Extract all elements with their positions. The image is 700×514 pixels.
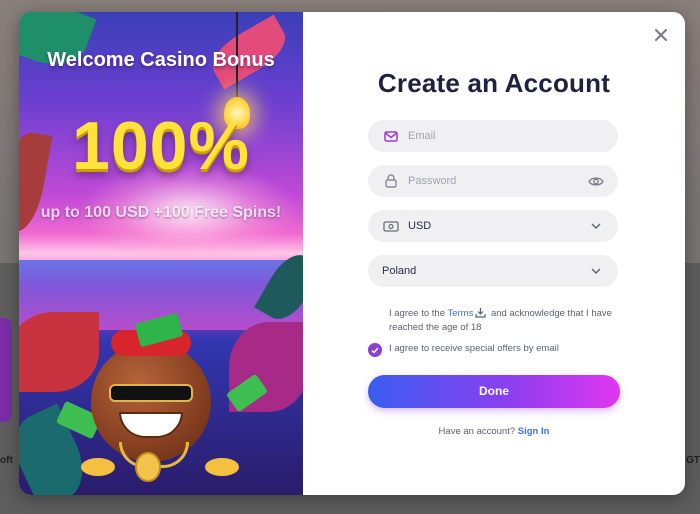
offers-checkbox[interactable] <box>368 343 382 357</box>
form-title: Create an Account <box>377 68 611 98</box>
coin-icon <box>135 452 161 482</box>
country-select[interactable]: Poland <box>368 255 618 287</box>
promo-amount: 100% <box>72 108 250 184</box>
foot-illustration <box>205 458 239 476</box>
background-text-left: oft <box>0 455 13 466</box>
offers-checkbox-row: I agree to receive special offers by ema… <box>368 342 618 357</box>
terms-checkbox[interactable] <box>368 308 382 322</box>
promo-subtitle: up to 100 USD +100 Free Spins! <box>40 204 282 221</box>
close-icon <box>655 29 667 41</box>
close-button[interactable] <box>652 26 670 44</box>
promo-title: Welcome Casino Bonus <box>47 49 275 71</box>
grin-illustration <box>119 412 183 438</box>
country-value: Poland <box>382 265 417 277</box>
eye-icon[interactable] <box>588 173 604 189</box>
email-placeholder: Email <box>408 130 436 142</box>
signin-prompt: Have an account? <box>438 426 516 437</box>
download-icon[interactable] <box>475 307 486 318</box>
currency-select[interactable]: USD <box>368 210 618 242</box>
envelope-icon <box>382 128 400 144</box>
chevron-down-icon <box>588 263 604 279</box>
password-placeholder: Password <box>408 175 457 187</box>
sunglasses-illustration <box>109 384 193 402</box>
signup-modal: Welcome Casino Bonus 100% up to 100 USD … <box>19 12 685 495</box>
done-button[interactable]: Done <box>368 375 620 408</box>
currency-value: USD <box>408 220 432 232</box>
banknote-icon <box>382 218 400 234</box>
terms-checkbox-row: I agree to the Terms and acknowledge tha… <box>368 307 618 335</box>
chevron-down-icon <box>588 218 604 234</box>
signin-link[interactable]: Sign In <box>518 426 550 437</box>
leaf-decoration <box>19 312 99 392</box>
foot-illustration <box>81 458 115 476</box>
background-card <box>0 318 12 422</box>
terms-prefix: I agree to the <box>389 308 445 319</box>
offers-label: I agree to receive special offers by ema… <box>389 343 559 354</box>
password-field[interactable]: Password <box>368 165 618 197</box>
terms-link[interactable]: Terms <box>447 308 473 319</box>
terms-text: I agree to the Terms and acknowledge tha… <box>389 307 618 335</box>
email-field[interactable]: Email <box>368 120 618 152</box>
background-text-right: GT <box>686 455 700 466</box>
check-icon <box>371 347 379 354</box>
promo-panel: Welcome Casino Bonus 100% up to 100 USD … <box>19 12 303 495</box>
signin-row: Have an account? Sign In <box>303 426 685 437</box>
lock-icon <box>382 173 400 189</box>
